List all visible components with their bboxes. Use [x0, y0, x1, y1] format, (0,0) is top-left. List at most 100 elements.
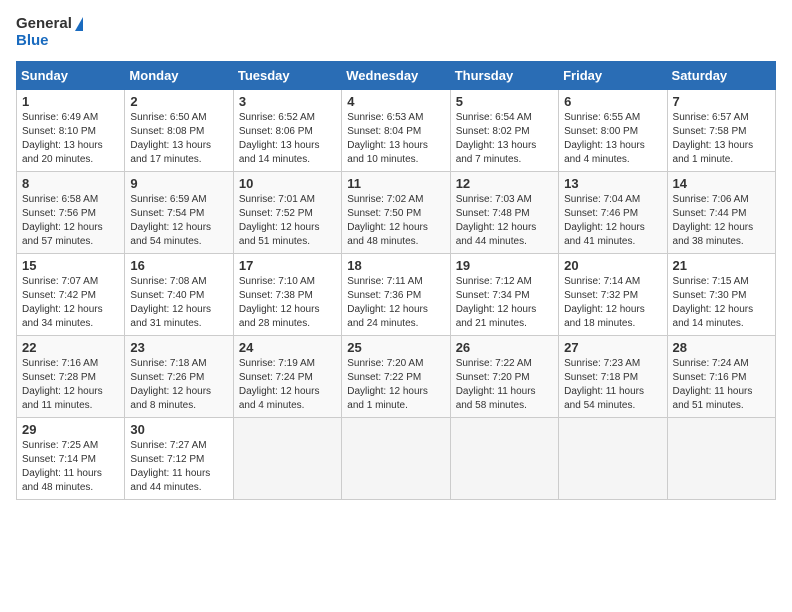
- day-number: 7: [673, 94, 770, 109]
- day-number: 24: [239, 340, 336, 355]
- calendar-cell: 22 Sunrise: 7:16 AMSunset: 7:28 PMDaylig…: [17, 336, 125, 418]
- day-info: Sunrise: 7:23 AMSunset: 7:18 PMDaylight:…: [564, 357, 661, 413]
- day-number: 11: [347, 176, 444, 191]
- col-header-tuesday: Tuesday: [233, 62, 341, 90]
- calendar-table: SundayMondayTuesdayWednesdayThursdayFrid…: [16, 61, 776, 500]
- day-info: Sunrise: 6:50 AMSunset: 8:08 PMDaylight:…: [130, 111, 227, 167]
- day-info: Sunrise: 7:07 AMSunset: 7:42 PMDaylight:…: [22, 275, 119, 331]
- day-number: 22: [22, 340, 119, 355]
- day-number: 17: [239, 258, 336, 273]
- calendar-cell: [342, 418, 450, 500]
- day-number: 3: [239, 94, 336, 109]
- calendar-cell: 29 Sunrise: 7:25 AMSunset: 7:14 PMDaylig…: [17, 418, 125, 500]
- calendar-cell: 28 Sunrise: 7:24 AMSunset: 7:16 PMDaylig…: [667, 336, 775, 418]
- day-number: 26: [456, 340, 553, 355]
- day-number: 27: [564, 340, 661, 355]
- calendar-week-0: 1 Sunrise: 6:49 AMSunset: 8:10 PMDayligh…: [17, 90, 776, 172]
- day-number: 2: [130, 94, 227, 109]
- calendar-cell: 27 Sunrise: 7:23 AMSunset: 7:18 PMDaylig…: [559, 336, 667, 418]
- day-number: 16: [130, 258, 227, 273]
- calendar-cell: [450, 418, 558, 500]
- day-number: 6: [564, 94, 661, 109]
- col-header-friday: Friday: [559, 62, 667, 90]
- calendar-week-1: 8 Sunrise: 6:58 AMSunset: 7:56 PMDayligh…: [17, 172, 776, 254]
- calendar-cell: 2 Sunrise: 6:50 AMSunset: 8:08 PMDayligh…: [125, 90, 233, 172]
- day-info: Sunrise: 6:49 AMSunset: 8:10 PMDaylight:…: [22, 111, 119, 167]
- day-number: 9: [130, 176, 227, 191]
- day-info: Sunrise: 6:59 AMSunset: 7:54 PMDaylight:…: [130, 193, 227, 249]
- day-number: 25: [347, 340, 444, 355]
- day-info: Sunrise: 7:12 AMSunset: 7:34 PMDaylight:…: [456, 275, 553, 331]
- calendar-cell: 17 Sunrise: 7:10 AMSunset: 7:38 PMDaylig…: [233, 254, 341, 336]
- day-number: 29: [22, 422, 119, 437]
- calendar-cell: 5 Sunrise: 6:54 AMSunset: 8:02 PMDayligh…: [450, 90, 558, 172]
- day-info: Sunrise: 7:04 AMSunset: 7:46 PMDaylight:…: [564, 193, 661, 249]
- day-info: Sunrise: 6:52 AMSunset: 8:06 PMDaylight:…: [239, 111, 336, 167]
- calendar-cell: 10 Sunrise: 7:01 AMSunset: 7:52 PMDaylig…: [233, 172, 341, 254]
- calendar-cell: 6 Sunrise: 6:55 AMSunset: 8:00 PMDayligh…: [559, 90, 667, 172]
- calendar-cell: 12 Sunrise: 7:03 AMSunset: 7:48 PMDaylig…: [450, 172, 558, 254]
- day-info: Sunrise: 7:15 AMSunset: 7:30 PMDaylight:…: [673, 275, 770, 331]
- day-number: 10: [239, 176, 336, 191]
- calendar-cell: 26 Sunrise: 7:22 AMSunset: 7:20 PMDaylig…: [450, 336, 558, 418]
- day-number: 13: [564, 176, 661, 191]
- calendar-cell: 8 Sunrise: 6:58 AMSunset: 7:56 PMDayligh…: [17, 172, 125, 254]
- calendar-cell: 19 Sunrise: 7:12 AMSunset: 7:34 PMDaylig…: [450, 254, 558, 336]
- day-number: 1: [22, 94, 119, 109]
- calendar-cell: [667, 418, 775, 500]
- day-number: 8: [22, 176, 119, 191]
- calendar-cell: 30 Sunrise: 7:27 AMSunset: 7:12 PMDaylig…: [125, 418, 233, 500]
- day-number: 18: [347, 258, 444, 273]
- day-number: 19: [456, 258, 553, 273]
- col-header-thursday: Thursday: [450, 62, 558, 90]
- day-info: Sunrise: 6:54 AMSunset: 8:02 PMDaylight:…: [456, 111, 553, 167]
- day-info: Sunrise: 7:27 AMSunset: 7:12 PMDaylight:…: [130, 439, 227, 495]
- calendar-cell: [559, 418, 667, 500]
- calendar-cell: 16 Sunrise: 7:08 AMSunset: 7:40 PMDaylig…: [125, 254, 233, 336]
- calendar-cell: 13 Sunrise: 7:04 AMSunset: 7:46 PMDaylig…: [559, 172, 667, 254]
- logo-text-general: General: [16, 16, 83, 33]
- logo: General Blue: [16, 16, 83, 49]
- day-number: 12: [456, 176, 553, 191]
- day-info: Sunrise: 7:24 AMSunset: 7:16 PMDaylight:…: [673, 357, 770, 413]
- calendar-cell: 4 Sunrise: 6:53 AMSunset: 8:04 PMDayligh…: [342, 90, 450, 172]
- calendar-cell: 21 Sunrise: 7:15 AMSunset: 7:30 PMDaylig…: [667, 254, 775, 336]
- day-info: Sunrise: 7:16 AMSunset: 7:28 PMDaylight:…: [22, 357, 119, 413]
- day-info: Sunrise: 7:25 AMSunset: 7:14 PMDaylight:…: [22, 439, 119, 495]
- day-info: Sunrise: 7:14 AMSunset: 7:32 PMDaylight:…: [564, 275, 661, 331]
- calendar-cell: 20 Sunrise: 7:14 AMSunset: 7:32 PMDaylig…: [559, 254, 667, 336]
- calendar-header-row: SundayMondayTuesdayWednesdayThursdayFrid…: [17, 62, 776, 90]
- day-info: Sunrise: 7:02 AMSunset: 7:50 PMDaylight:…: [347, 193, 444, 249]
- day-info: Sunrise: 6:53 AMSunset: 8:04 PMDaylight:…: [347, 111, 444, 167]
- day-info: Sunrise: 7:03 AMSunset: 7:48 PMDaylight:…: [456, 193, 553, 249]
- day-info: Sunrise: 7:06 AMSunset: 7:44 PMDaylight:…: [673, 193, 770, 249]
- day-number: 20: [564, 258, 661, 273]
- calendar-cell: [233, 418, 341, 500]
- day-info: Sunrise: 6:58 AMSunset: 7:56 PMDaylight:…: [22, 193, 119, 249]
- calendar-cell: 9 Sunrise: 6:59 AMSunset: 7:54 PMDayligh…: [125, 172, 233, 254]
- day-number: 28: [673, 340, 770, 355]
- day-number: 4: [347, 94, 444, 109]
- page-header: General Blue: [16, 16, 776, 49]
- day-info: Sunrise: 7:10 AMSunset: 7:38 PMDaylight:…: [239, 275, 336, 331]
- day-info: Sunrise: 6:57 AMSunset: 7:58 PMDaylight:…: [673, 111, 770, 167]
- day-number: 21: [673, 258, 770, 273]
- day-info: Sunrise: 7:01 AMSunset: 7:52 PMDaylight:…: [239, 193, 336, 249]
- calendar-cell: 7 Sunrise: 6:57 AMSunset: 7:58 PMDayligh…: [667, 90, 775, 172]
- logo-image: General Blue: [16, 16, 83, 49]
- calendar-cell: 18 Sunrise: 7:11 AMSunset: 7:36 PMDaylig…: [342, 254, 450, 336]
- calendar-cell: 24 Sunrise: 7:19 AMSunset: 7:24 PMDaylig…: [233, 336, 341, 418]
- calendar-cell: 1 Sunrise: 6:49 AMSunset: 8:10 PMDayligh…: [17, 90, 125, 172]
- calendar-cell: 14 Sunrise: 7:06 AMSunset: 7:44 PMDaylig…: [667, 172, 775, 254]
- calendar-cell: 23 Sunrise: 7:18 AMSunset: 7:26 PMDaylig…: [125, 336, 233, 418]
- day-number: 15: [22, 258, 119, 273]
- calendar-cell: 25 Sunrise: 7:20 AMSunset: 7:22 PMDaylig…: [342, 336, 450, 418]
- logo-text-blue: Blue: [16, 33, 83, 50]
- calendar-cell: 11 Sunrise: 7:02 AMSunset: 7:50 PMDaylig…: [342, 172, 450, 254]
- col-header-sunday: Sunday: [17, 62, 125, 90]
- day-info: Sunrise: 7:19 AMSunset: 7:24 PMDaylight:…: [239, 357, 336, 413]
- day-number: 14: [673, 176, 770, 191]
- day-info: Sunrise: 7:22 AMSunset: 7:20 PMDaylight:…: [456, 357, 553, 413]
- day-number: 30: [130, 422, 227, 437]
- col-header-monday: Monday: [125, 62, 233, 90]
